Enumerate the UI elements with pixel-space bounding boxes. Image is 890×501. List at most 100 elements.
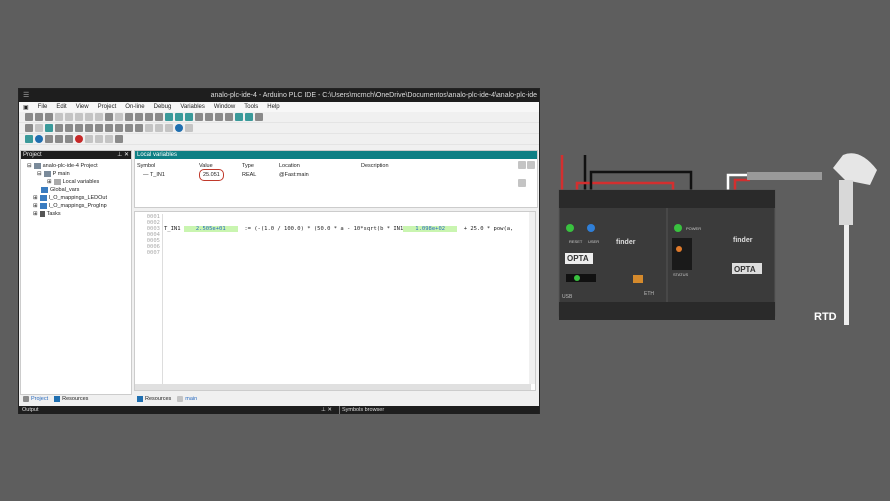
trigger-icon[interactable] — [115, 135, 123, 143]
menu-tools[interactable]: Tools — [244, 104, 258, 110]
cut-icon[interactable] — [75, 113, 83, 121]
panel-icon[interactable] — [235, 113, 243, 121]
menu-file[interactable]: File — [38, 104, 48, 110]
save-icon[interactable] — [45, 113, 53, 121]
connect-icon[interactable] — [45, 124, 53, 132]
undo-icon[interactable] — [55, 113, 63, 121]
circle-icon[interactable] — [85, 124, 93, 132]
watch-icon[interactable] — [135, 124, 143, 132]
print-icon[interactable] — [145, 113, 153, 121]
bottom-panels-bar: Output ⊥ ✕ Symbols browser — [19, 406, 539, 414]
view-icon[interactable] — [175, 113, 183, 121]
refresh-icon[interactable] — [35, 135, 43, 143]
table-row[interactable]: — T_IN1 25.051 REAL @Fast:main — [137, 168, 515, 181]
user-button — [587, 224, 595, 232]
fullscreen-icon[interactable] — [255, 113, 263, 121]
step-icon[interactable] — [95, 135, 103, 143]
stop-icon[interactable] — [185, 124, 193, 132]
code-line-3: T_IN1 2.505e+01 := (-(1.0 / 100.0) * (50… — [164, 226, 514, 232]
watch-icon[interactable] — [115, 124, 123, 132]
breakpoint-icon[interactable] — [75, 135, 83, 143]
horizontal-scrollbar[interactable] — [135, 384, 531, 390]
tree-item-io-proginp[interactable]: ⊞ I_O_mappings_ProgInp — [27, 202, 131, 210]
build-icon[interactable] — [25, 124, 33, 132]
local-variables-panel: Local variables Symbol Value Type Locati… — [134, 150, 538, 208]
step-icon[interactable] — [105, 135, 113, 143]
grid-view-icon[interactable] — [518, 161, 526, 169]
window-icon[interactable] — [215, 113, 223, 121]
print-preview-icon[interactable] — [155, 113, 163, 121]
view-icon[interactable] — [165, 113, 173, 121]
cell-type: REAL — [242, 171, 257, 178]
tab-main[interactable]: main — [177, 395, 197, 402]
tree-item-project[interactable]: ⊟ analo-plc-ide-4 Project — [27, 162, 131, 170]
output-panel-tab[interactable]: Output — [22, 406, 39, 414]
find-icon[interactable] — [105, 113, 113, 121]
redo-icon[interactable] — [65, 113, 73, 121]
layout-icon[interactable] — [155, 124, 163, 132]
compile-icon[interactable] — [35, 124, 43, 132]
menu-window[interactable]: Window — [214, 104, 235, 110]
tab-resources[interactable]: Resources — [137, 395, 171, 402]
project-panel: Project ⊥ ✕ ⊟ analo-plc-ide-4 Project ⊟ P… — [20, 150, 132, 395]
replace-icon[interactable] — [125, 113, 133, 121]
menu-debug[interactable]: Debug — [154, 104, 172, 110]
tree-label: Global_vars — [50, 187, 80, 193]
find-next-icon[interactable] — [115, 113, 123, 121]
vertical-scrollbar[interactable] — [529, 212, 535, 384]
menu-help[interactable]: Help — [267, 104, 279, 110]
flash-icon[interactable] — [105, 124, 113, 132]
debug-icon[interactable] — [25, 135, 33, 143]
tree-item-tasks[interactable]: ⊞ Tasks — [27, 210, 131, 218]
tree-item-main[interactable]: ⊟ P main — [27, 170, 131, 178]
new-icon[interactable] — [25, 113, 33, 121]
finder-logo: finder — [616, 239, 636, 246]
tab-project[interactable]: Project — [23, 395, 48, 402]
menu-edit[interactable]: Edit — [56, 104, 66, 110]
layout-icon[interactable] — [165, 124, 173, 132]
watch-icon[interactable] — [45, 135, 53, 143]
circle-icon[interactable] — [75, 124, 83, 132]
menu-online[interactable]: On-line — [125, 104, 144, 110]
panel-icon[interactable] — [245, 113, 253, 121]
menu-project[interactable]: Project — [98, 104, 117, 110]
copy-icon[interactable] — [85, 113, 93, 121]
window-icon[interactable] — [225, 113, 233, 121]
tree-item-io-ledout[interactable]: ⊞ I_O_mappings_LEDOut — [27, 194, 131, 202]
tree-item-local-variables[interactable]: ⊞ Local variables — [27, 178, 131, 186]
menu-variables[interactable]: Variables — [180, 104, 205, 110]
pin-close-icon[interactable]: ⊥ ✕ — [117, 151, 131, 159]
menu-view[interactable]: View — [76, 104, 89, 110]
window-icon[interactable] — [195, 113, 203, 121]
view-icon[interactable] — [185, 113, 193, 121]
symbols-browser-tab[interactable]: Symbols browser — [339, 406, 384, 414]
tab-resources[interactable]: Resources — [54, 395, 88, 402]
run-icon[interactable] — [175, 124, 183, 132]
watch-icon[interactable] — [125, 124, 133, 132]
app-menu-icon[interactable]: ☰ — [23, 89, 29, 102]
open-icon[interactable] — [35, 113, 43, 121]
table-side-tools — [518, 161, 535, 187]
goto-icon[interactable] — [135, 113, 143, 121]
circle-icon[interactable] — [85, 135, 93, 143]
rtd-label: RTD — [814, 311, 837, 323]
dot-icon[interactable] — [65, 124, 73, 132]
tree-label: Tasks — [46, 211, 61, 217]
project-tree: ⊟ analo-plc-ide-4 Project ⊟ P main ⊞ Loc… — [21, 159, 131, 218]
power-label: POWER — [686, 226, 701, 231]
window-icon[interactable] — [205, 113, 213, 121]
watch-icon[interactable] — [145, 124, 153, 132]
binoculars-icon[interactable] — [518, 179, 526, 187]
list-view-icon[interactable] — [527, 161, 535, 169]
toolbar-3 — [19, 134, 539, 145]
circle-icon[interactable] — [95, 124, 103, 132]
pin-close-icon[interactable]: ⊥ ✕ — [321, 406, 332, 414]
paste-icon[interactable] — [95, 113, 103, 121]
project-panel-title: Project — [23, 152, 42, 158]
code-editor[interactable]: 0001 0002 0003 0004 0005 0006 0007 T_IN1 2.505… — [134, 211, 536, 391]
user-label: USER — [588, 239, 599, 244]
grid-icon[interactable] — [55, 135, 63, 143]
disconnect-icon[interactable] — [55, 124, 63, 132]
download-icon[interactable] — [65, 135, 73, 143]
tree-item-global-vars[interactable]: Global_vars — [27, 186, 131, 194]
